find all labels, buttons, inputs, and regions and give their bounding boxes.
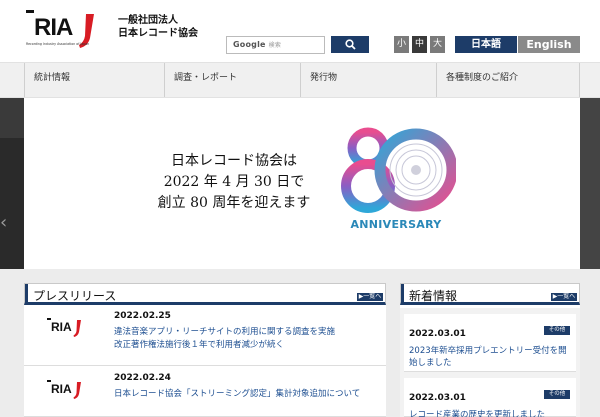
svg-text:RIA: RIA [51, 382, 72, 396]
content-gutter [580, 269, 600, 417]
hero-slide-80th[interactable]: 日本レコード協会は 2022 年 4 月 30 日で 創立 80 周年を迎えます [24, 98, 580, 269]
org-name: 日本レコード協会 [118, 28, 198, 39]
hero-line-1: 日本レコード協会は [171, 153, 297, 169]
news-link[interactable]: 始しました [409, 356, 452, 368]
list-item[interactable]: RIA 2022.02.24 日本レコード協会「ストリーミング認定」集計対象追加… [24, 370, 386, 417]
search-input[interactable]: Google 検索 [226, 36, 325, 54]
google-label: Google 検索 [233, 40, 282, 49]
search-button[interactable] [331, 36, 369, 53]
news-more-link[interactable]: ▶一覧へ [551, 293, 577, 301]
news-section: 新着情報 ▶一覧へ 2022.03.01 その他 2023年新卒採用プレエントリ… [400, 283, 580, 417]
font-size-small-button[interactable]: 小 [394, 36, 409, 53]
news-title: 新着情報 [409, 289, 458, 303]
nav-item-statistics[interactable]: 統計情報 [24, 63, 164, 97]
content-gutter [24, 269, 580, 283]
anniversary-label: ANNIVERSARY [350, 218, 442, 231]
hero-line-2: 2022 年 4 月 30 日で [163, 174, 305, 190]
press-link[interactable]: 改正著作権法施行後１年で利用者減少が続く [114, 338, 284, 350]
category-badge: その他 [544, 326, 570, 335]
press-date: 2022.02.25 [114, 311, 171, 321]
riaj-logo[interactable]: RIA Recording Industry Association of Ja… [24, 8, 110, 50]
list-item[interactable]: 2022.03.01 その他 2023年新卒採用プレエントリー受付を開 始しまし… [404, 314, 576, 372]
language-japanese-button[interactable]: 日本語 [455, 36, 517, 53]
svg-text:RIA: RIA [34, 14, 73, 41]
press-link[interactable]: 違法音楽アプリ・リーチサイトの利用に関する調査を実施 [114, 325, 335, 337]
nav-item-systems[interactable]: 各種制度のご紹介 [436, 63, 580, 97]
hero-next-slide[interactable] [580, 98, 600, 269]
press-release-more-link[interactable]: ▶一覧へ [357, 293, 383, 301]
press-date: 2022.02.24 [114, 373, 171, 383]
content-gutter [0, 269, 24, 417]
logo-subtext: Recording Industry Association of Japan [26, 42, 89, 46]
anniversary-80-logo [341, 127, 456, 213]
content-gutter [386, 269, 400, 417]
news-header: 新着情報 ▶一覧へ [400, 283, 580, 305]
section-accent-bar [401, 284, 404, 303]
press-release-header: プレスリリース ▶一覧へ [24, 283, 386, 305]
global-nav: 統計情報 調査・レポート 発行物 各種制度のご紹介 [0, 62, 600, 98]
news-date: 2022.03.01 [409, 329, 466, 339]
nav-item-label: 統計情報 [34, 73, 71, 83]
organization-name: 一般社団法人 日本レコード協会 [118, 14, 198, 40]
nav-item-label: 発行物 [310, 73, 338, 83]
riaj-logo-small: RIA [47, 318, 81, 337]
nav-item-research[interactable]: 調査・レポート [164, 63, 300, 97]
language-english-button[interactable]: English [518, 36, 580, 53]
hero-prev-slide[interactable]: ‹ [0, 138, 24, 269]
press-link[interactable]: 日本レコード協会「ストリーミング認定」集計対象追加について [114, 387, 360, 399]
nav-item-label: 各種制度のご紹介 [446, 73, 519, 83]
news-link[interactable]: 2023年新卒採用プレエントリー受付を開 [409, 344, 567, 356]
list-item[interactable]: 2022.03.01 その他 レコード産業の歴史を更新しました [404, 378, 576, 417]
news-link[interactable]: レコード産業の歴史を更新しました [409, 408, 545, 417]
hero-line-3: 創立 80 周年を迎えます [157, 195, 311, 211]
news-list: 2022.03.01 その他 2023年新卒採用プレエントリー受付を開 始しまし… [400, 308, 580, 417]
chevron-left-icon[interactable]: ‹ [0, 212, 10, 234]
news-date: 2022.03.01 [409, 393, 466, 403]
org-type: 一般社団法人 [118, 15, 178, 26]
category-badge: その他 [544, 390, 570, 399]
press-release-list: RIA 2022.02.25 違法音楽アプリ・リーチサイトの利用に関する調査を実… [24, 308, 386, 417]
font-size-large-button[interactable]: 大 [430, 36, 445, 53]
list-item[interactable]: RIA 2022.02.25 違法音楽アプリ・リーチサイトの利用に関する調査を実… [24, 308, 386, 366]
search-placeholder: 検索 [268, 42, 282, 49]
press-release-title: プレスリリース [33, 289, 117, 303]
nav-item-label: 調査・レポート [174, 73, 238, 83]
hero-carousel: ‹ 日本レコード協会は 2022 年 4 月 30 日で 創立 80 周年を迎え… [0, 98, 600, 269]
riaj-logo-small: RIA [47, 380, 81, 399]
press-release-section: プレスリリース ▶一覧へ RIA 2022.02.25 違法音楽アプリ・リーチサ… [24, 283, 386, 417]
section-accent-bar [25, 284, 28, 303]
font-size-medium-button[interactable]: 中 [412, 36, 427, 53]
nav-item-publications[interactable]: 発行物 [300, 63, 436, 97]
search-icon [345, 39, 356, 50]
hero-message: 日本レコード協会は 2022 年 4 月 30 日で 創立 80 周年を迎えます [144, 151, 324, 214]
site-header: RIA Recording Industry Association of Ja… [0, 0, 600, 62]
svg-text:RIA: RIA [51, 320, 72, 334]
